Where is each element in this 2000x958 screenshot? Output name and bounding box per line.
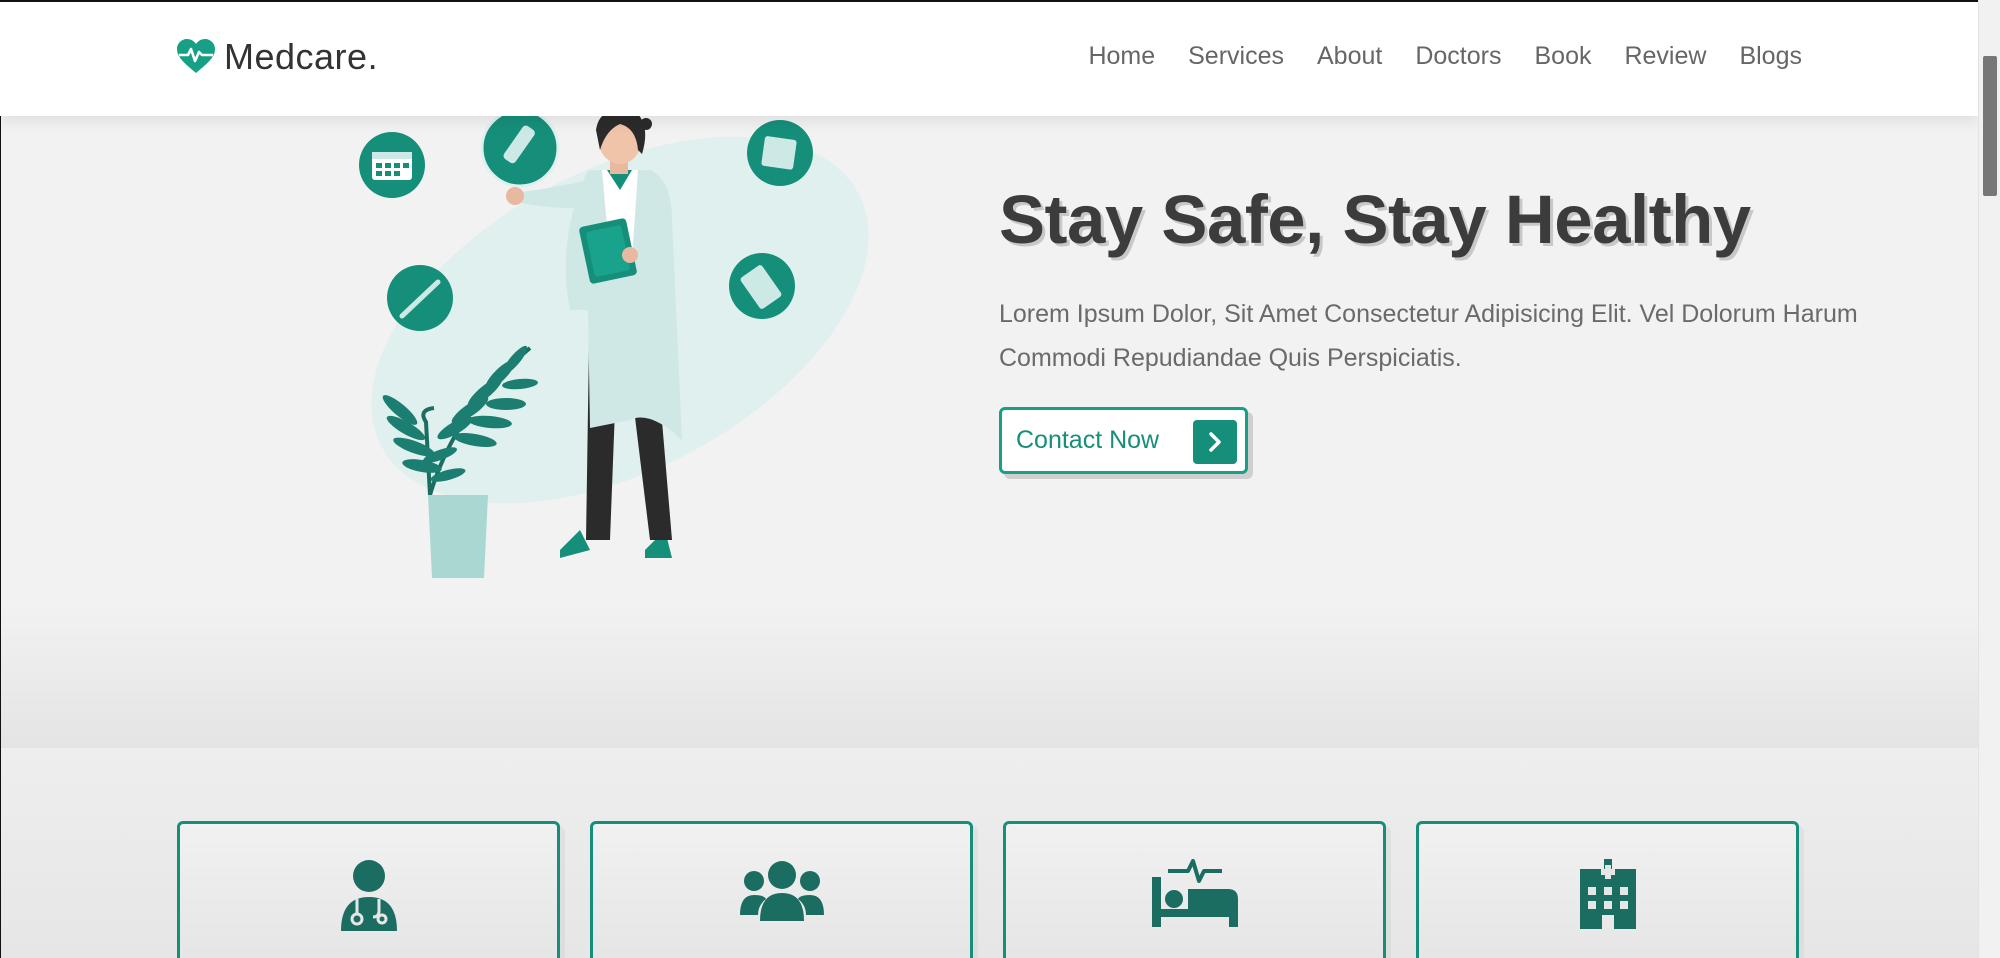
nav-home[interactable]: Home [1088,42,1155,71]
feature-card-hospitals [1416,821,1799,958]
feature-card-beds [1003,821,1386,958]
page: Medcare. Home Services About Doctors Boo… [0,0,1978,958]
hospital-building-icon [1579,859,1636,934]
brand-name: Medcare. [224,36,379,77]
pill-strip-icon [729,253,795,319]
users-group-icon [739,859,824,928]
scrollbar-thumb[interactable] [1983,56,1997,196]
chevron-right-icon [1193,420,1237,464]
feature-card-team [590,821,973,958]
nav-doctors[interactable]: Doctors [1415,42,1501,71]
feature-card-doctors [177,821,560,958]
calendar-icon [359,132,425,198]
hero-title: Stay Safe, Stay Healthy [999,181,1751,258]
nav-review[interactable]: Review [1624,42,1706,71]
contact-now-button[interactable]: Contact Now [999,407,1248,474]
nav-book[interactable]: Book [1534,42,1591,71]
hero-illustration [359,110,869,578]
contact-now-label: Contact Now [1016,426,1160,454]
nav-about[interactable]: About [1317,42,1382,71]
brand-logo[interactable]: Medcare. [176,36,378,78]
pill-box-icon [747,120,813,186]
heart-pulse-icon [177,39,215,73]
thermometer-icon [387,265,453,331]
hospital-bed-icon [1151,859,1238,932]
hero-description: Lorem Ipsum Dolor, Sit Amet Consectetur … [999,300,1858,372]
medicine-tube-icon [480,110,560,188]
vertical-scrollbar[interactable] [1978,0,2000,958]
nav-services[interactable]: Services [1188,42,1284,71]
main-nav: Home Services About Doctors Book Review … [1088,42,1802,71]
window-edge [0,0,1,958]
user-doctor-icon [337,859,401,936]
nav-blogs[interactable]: Blogs [1739,42,1802,71]
site-header: Medcare. Home Services About Doctors Boo… [0,0,1978,116]
